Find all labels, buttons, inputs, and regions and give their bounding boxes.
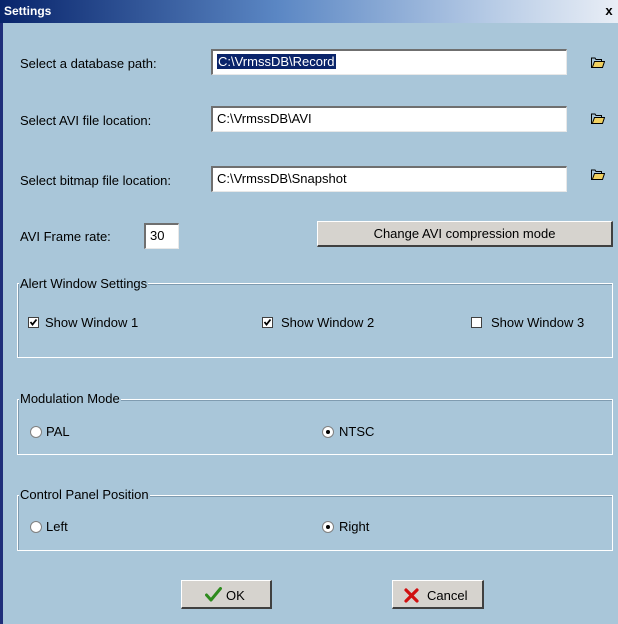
bitmap-location-value: C:\VrmssDB\Snapshot [217, 171, 347, 186]
show-window-3-label: Show Window 3 [491, 315, 585, 330]
avi-location-value: C:\VrmssDB\AVI [217, 111, 312, 126]
settings-dialog: Settings x Select a database path: C:\Vr… [0, 0, 618, 624]
ntsc-radio-dot [326, 430, 330, 434]
frame-rate-input[interactable]: 30 [144, 223, 179, 249]
show-window-2-label: Show Window 2 [281, 315, 375, 330]
cancel-button[interactable]: Cancel [392, 580, 484, 609]
window-left-edge [0, 23, 3, 624]
modulation-mode-title: Modulation Mode [19, 391, 121, 406]
window-title: Settings [4, 4, 52, 18]
show-window-1-label: Show Window 1 [45, 315, 139, 330]
pal-label: PAL [46, 424, 70, 439]
pal-radio[interactable] [30, 426, 42, 438]
database-path-field[interactable]: C:\VrmssDB\Record [211, 49, 567, 75]
avi-location-label: Select AVI file location: [20, 113, 152, 128]
cancel-label: Cancel [427, 588, 468, 603]
control-panel-position-title: Control Panel Position [19, 487, 150, 502]
show-window-3-checkbox[interactable] [471, 317, 482, 328]
right-radio-dot [326, 525, 330, 529]
folder-icon[interactable] [591, 169, 605, 180]
x-icon [404, 588, 419, 603]
modulation-mode-group [17, 399, 613, 455]
ok-button[interactable]: OK [181, 580, 272, 609]
frame-rate-label: AVI Frame rate: [20, 229, 111, 244]
left-label: Left [46, 519, 68, 534]
bitmap-location-label: Select bitmap file location: [20, 173, 172, 188]
show-window-2-checkbox[interactable] [262, 317, 273, 328]
ntsc-radio[interactable] [322, 426, 334, 438]
avi-location-field[interactable]: C:\VrmssDB\AVI [211, 106, 567, 132]
ntsc-label: NTSC [339, 424, 375, 439]
change-compression-button[interactable]: Change AVI compression mode [317, 221, 613, 247]
database-path-label: Select a database path: [20, 56, 157, 71]
ok-label: OK [226, 588, 245, 603]
left-radio[interactable] [30, 521, 42, 533]
title-bar[interactable]: Settings x [0, 0, 618, 23]
control-panel-position-group [17, 495, 613, 551]
change-compression-label: Change AVI compression mode [373, 226, 556, 241]
right-radio[interactable] [322, 521, 334, 533]
database-path-value: C:\VrmssDB\Record [217, 54, 336, 69]
right-label: Right [339, 519, 370, 534]
show-window-1-checkbox[interactable] [28, 317, 39, 328]
checkmark-icon [205, 587, 222, 602]
close-icon[interactable]: x [602, 3, 616, 18]
bitmap-location-field[interactable]: C:\VrmssDB\Snapshot [211, 166, 567, 192]
folder-icon[interactable] [591, 57, 605, 68]
frame-rate-value: 30 [150, 228, 165, 243]
folder-icon[interactable] [591, 113, 605, 124]
alert-window-title: Alert Window Settings [19, 276, 149, 291]
